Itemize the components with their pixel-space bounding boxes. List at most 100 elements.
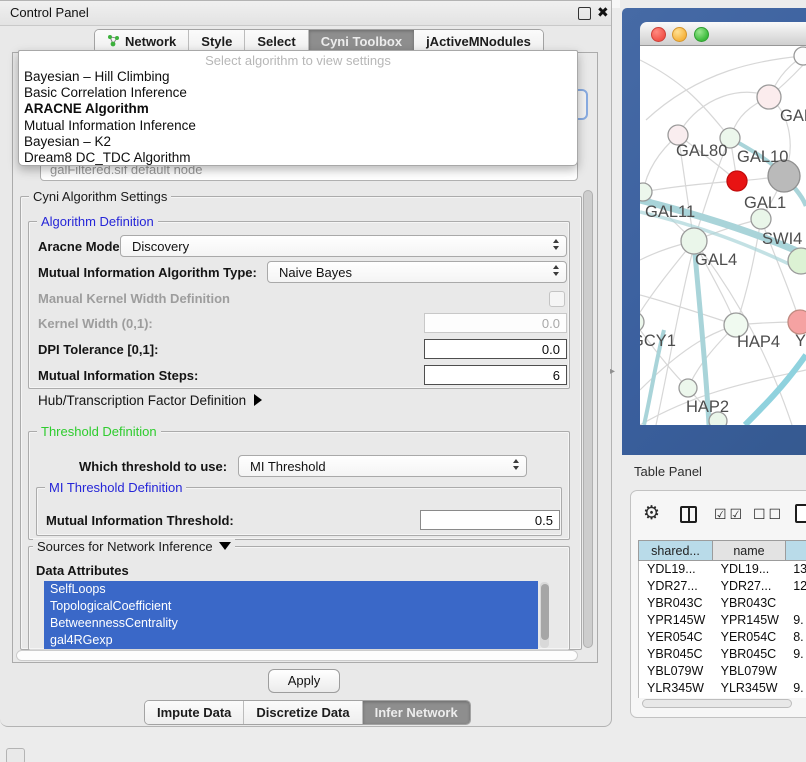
mi-threshold-legend: MI Threshold Definition — [45, 480, 186, 495]
tab-label: Infer Network — [375, 705, 458, 720]
table-cell: 9. — [785, 612, 806, 629]
table-header: shared...name — [638, 540, 806, 561]
close-traffic-light-icon[interactable] — [651, 27, 666, 42]
data-attributes-list[interactable]: SelfLoopsTopologicalCoefficientBetweenne… — [44, 581, 538, 649]
node-label-y: Y — [795, 332, 806, 350]
table-cell: YBL079W — [639, 663, 713, 680]
node-gal11[interactable] — [640, 183, 652, 201]
mi-type-value: Naive Bayes — [279, 265, 352, 280]
network-window-titlebar[interactable] — [640, 22, 806, 46]
node-red-selected[interactable] — [727, 171, 747, 191]
page-icon[interactable] — [795, 504, 806, 523]
tab-discretize-data[interactable]: Discretize Data — [244, 701, 362, 724]
node-label-swi4: SWI4 — [762, 230, 802, 248]
table-cell: YBR045C — [639, 646, 713, 663]
table-cell: 9. — [785, 697, 806, 698]
table-row[interactable]: YPR145WYPR145W9. — [639, 612, 806, 629]
table-row[interactable]: YER054CYER054C8. — [639, 629, 806, 646]
dpi-tolerance-label: DPI Tolerance [0,1]: — [38, 342, 158, 357]
table-row[interactable]: YLR345WYLR345W9. — [639, 680, 806, 697]
mi-type-combo[interactable]: Naive Bayes — [267, 261, 567, 283]
table-horizontal-scrollbar[interactable] — [642, 699, 792, 708]
node-hap2[interactable] — [679, 379, 697, 397]
control-panel-titlebar[interactable]: Control Panel ✖ — [0, 1, 611, 26]
table-cell — [785, 663, 806, 680]
table-cell: YLR345W — [639, 680, 713, 697]
attribute-list-item[interactable]: gal4RGexp — [44, 632, 538, 649]
gear-icon[interactable]: ⚙ — [643, 502, 660, 526]
table-cell: 9. — [785, 680, 806, 697]
settings-vertical-scrollbar[interactable] — [583, 190, 594, 648]
tab-infer-network[interactable]: Infer Network — [363, 701, 470, 724]
node-gal-pink[interactable] — [757, 85, 781, 109]
hub-section-toggle[interactable]: Hub/Transcription Factor Definition — [38, 393, 262, 408]
node-gal1[interactable] — [751, 209, 771, 229]
attributes-scrollbar[interactable] — [540, 582, 549, 648]
close-window-icon[interactable]: ✖ — [597, 4, 609, 20]
node-label-gal10: GAL10 — [737, 148, 788, 166]
settings-horizontal-scrollbar[interactable] — [16, 650, 578, 661]
table-row[interactable]: YIL052CYIL052C9. — [639, 697, 806, 698]
table-cell: YLR345W — [713, 680, 786, 697]
table-cell: 9. — [785, 646, 806, 663]
algorithm-option[interactable]: Basic Correlation Inference — [19, 85, 577, 101]
column-header[interactable] — [785, 540, 806, 561]
tab-label: Cyni Toolbox — [321, 34, 402, 49]
node-label-hap2: HAP2 — [686, 398, 729, 416]
column-header[interactable]: shared... — [638, 540, 712, 561]
kernel-width-field[interactable]: 0.0 — [424, 313, 567, 333]
zoom-traffic-light-icon[interactable] — [694, 27, 709, 42]
hub-section-label: Hub/Transcription Factor Definition — [38, 393, 246, 408]
attribute-list-item[interactable]: TopologicalCoefficient — [44, 598, 538, 615]
node-unlabeled-top[interactable] — [794, 47, 806, 65]
algorithm-option[interactable]: Dream8 DC_TDC Algorithm — [19, 150, 577, 166]
attribute-list-item[interactable]: SelfLoops — [44, 581, 538, 598]
apply-button[interactable]: Apply — [268, 669, 340, 693]
node-label-gcy1: GCY1 — [640, 332, 676, 350]
algorithm-option[interactable]: Bayesian – Hill Climbing — [19, 69, 577, 85]
table-cell — [785, 595, 806, 612]
combo-spinner-icon — [513, 459, 519, 470]
table-row[interactable]: YDL19...YDL19...13 — [639, 561, 806, 578]
split-columns-icon[interactable] — [680, 506, 697, 523]
manual-kernel-label: Manual Kernel Width Definition — [38, 291, 230, 306]
cyni-settings-legend: Cyni Algorithm Settings — [29, 189, 171, 204]
algorithm-definition-legend: Algorithm Definition — [37, 214, 158, 229]
algorithm-popup-prompt[interactable]: Select algorithm to view settings — [19, 52, 577, 69]
combo-spinner-icon — [553, 265, 559, 276]
pane-divider-arrow-icon[interactable]: ▸ — [610, 366, 615, 377]
table-row[interactable]: YDR27...YDR27...12 — [639, 578, 806, 595]
manual-kernel-checkbox[interactable] — [549, 291, 565, 307]
aracne-mode-value: Discovery — [132, 239, 189, 254]
network-canvas[interactable]: GAL GAL80 GAL10 GAL11 GAL1 SWI4 GAL4 GCY… — [640, 46, 806, 425]
minimize-traffic-light-icon[interactable] — [672, 27, 687, 42]
mi-steps-field[interactable]: 6 — [424, 365, 567, 385]
table-row[interactable]: YBL079WYBL079W — [639, 663, 806, 680]
algorithm-option[interactable]: Mutual Information Inference — [19, 118, 577, 134]
sources-legend[interactable]: Sources for Network Inference — [33, 539, 235, 554]
column-header[interactable]: name — [712, 540, 785, 561]
mi-threshold-label: Mutual Information Threshold: — [46, 513, 234, 528]
table-cell: 13 — [785, 561, 806, 578]
algorithm-option[interactable]: ARACNE Algorithm — [19, 101, 577, 117]
algorithm-option[interactable]: Bayesian – K2 — [19, 134, 577, 150]
attribute-list-item[interactable]: BetweennessCentrality — [44, 615, 538, 632]
screen: Control Panel ✖ NetworkStyleSelectCyni T… — [0, 0, 806, 762]
float-window-icon[interactable] — [578, 7, 591, 20]
table-cell: YBR043C — [713, 595, 786, 612]
mi-type-label: Mutual Information Algorithm Type: — [38, 265, 257, 280]
tab-impute-data[interactable]: Impute Data — [145, 701, 244, 724]
minimized-window-icon[interactable] — [6, 748, 25, 762]
table-body: YDL19...YDL19...13YDR27...YDR27...12YBR0… — [638, 561, 806, 698]
node-gcy1[interactable] — [640, 312, 644, 332]
table-row[interactable]: YBR045CYBR045C9. — [639, 646, 806, 663]
table-row[interactable]: YBR043CYBR043C — [639, 595, 806, 612]
mi-threshold-field[interactable]: 0.5 — [420, 510, 560, 530]
unchecked-pair-icon[interactable]: ☐☐ — [753, 506, 784, 523]
aracne-mode-combo[interactable]: Discovery — [120, 235, 567, 257]
table-cell: YIL052C — [639, 697, 713, 698]
checked-pair-icon[interactable]: ☑☑ — [714, 506, 745, 523]
dpi-tolerance-field[interactable]: 0.0 — [424, 339, 567, 359]
which-threshold-combo[interactable]: MI Threshold — [238, 455, 527, 477]
node-salmon[interactable] — [788, 310, 806, 334]
